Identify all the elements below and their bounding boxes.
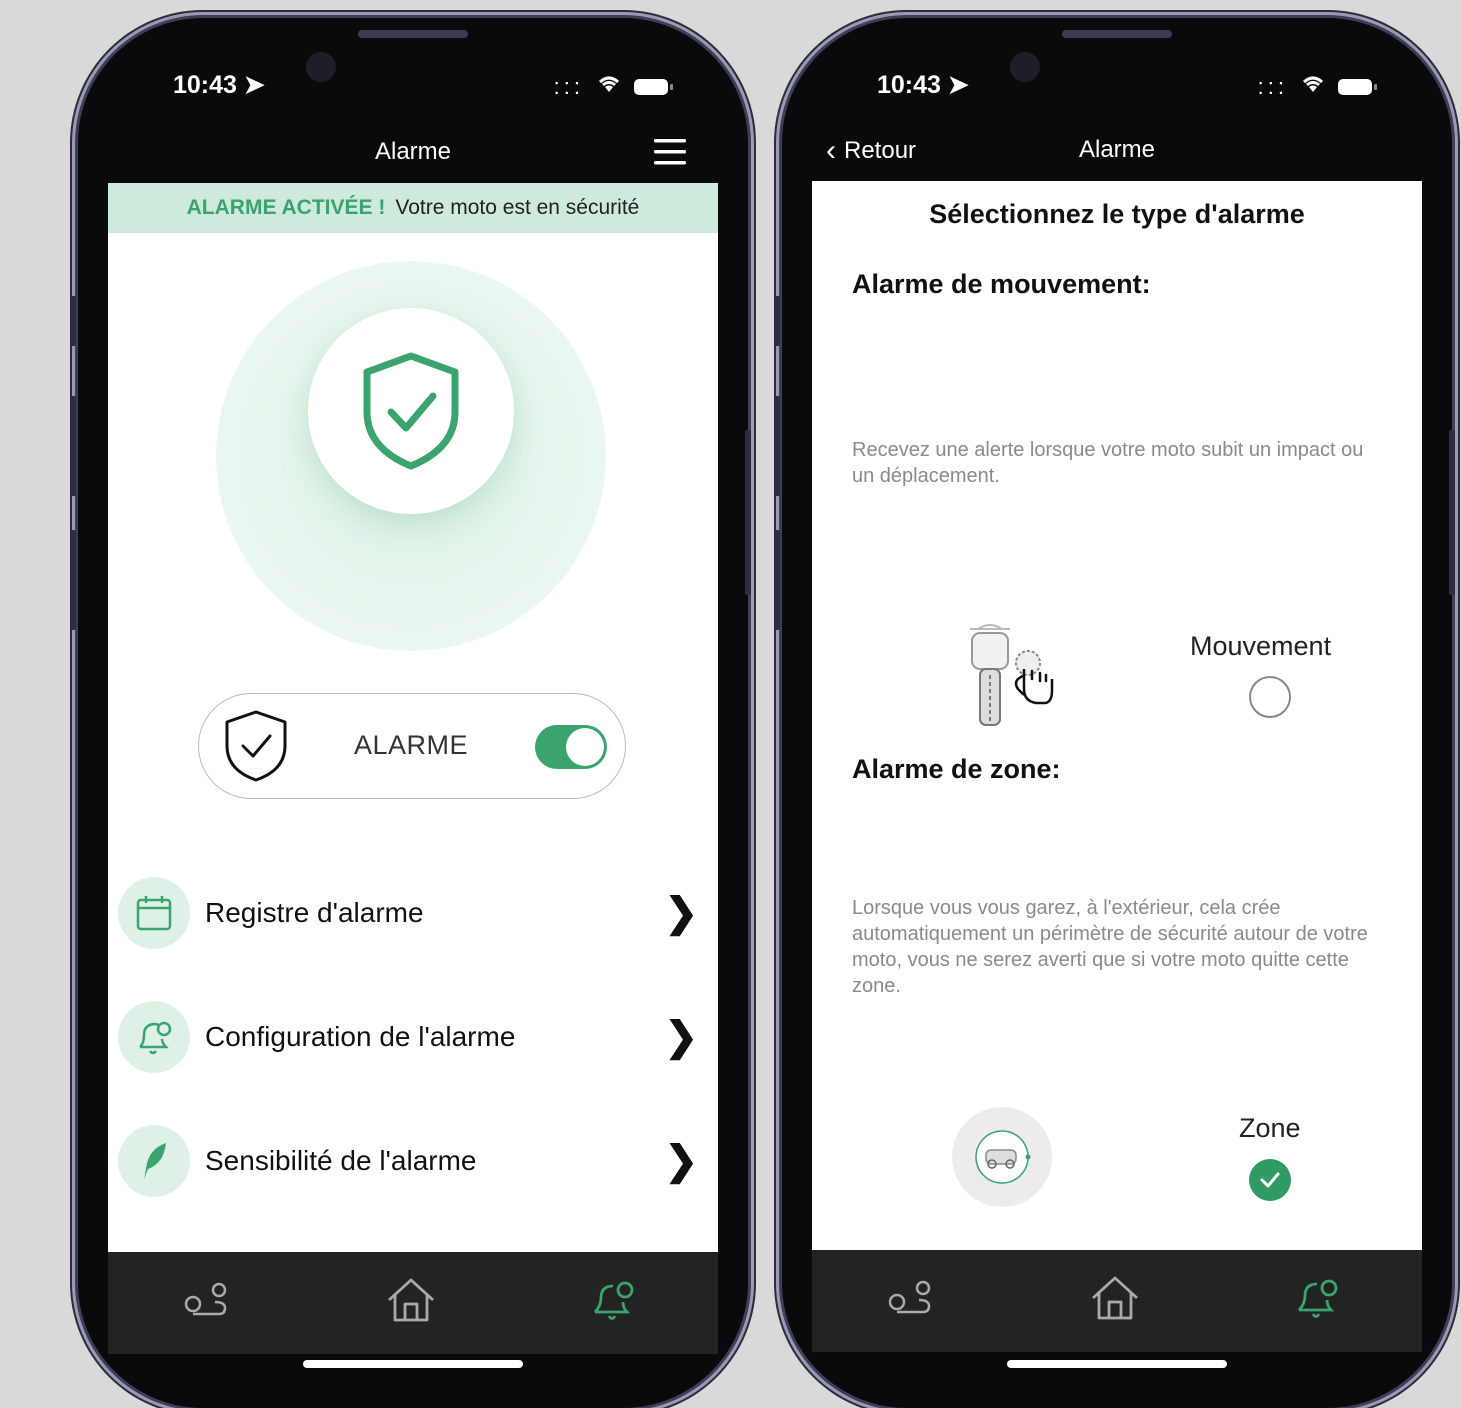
tab-home[interactable] bbox=[1085, 1268, 1145, 1328]
tab-alarm[interactable] bbox=[1287, 1268, 1347, 1328]
shield-check-icon bbox=[363, 352, 459, 470]
front-camera bbox=[306, 52, 336, 82]
home-icon bbox=[1092, 1276, 1138, 1320]
chevron-right-icon: ❯ bbox=[664, 1015, 698, 1059]
location-arrow-icon: ➤ bbox=[947, 71, 969, 99]
volume-up-button bbox=[774, 396, 780, 496]
tab-bar bbox=[812, 1250, 1422, 1352]
zone-radio[interactable] bbox=[1249, 1159, 1291, 1201]
bell-gear-icon bbox=[1297, 1279, 1338, 1318]
movement-alarm-description: Recevez une alerte lorsque votre moto su… bbox=[852, 439, 1364, 487]
signal-icon: ::: bbox=[1257, 74, 1288, 99]
check-icon bbox=[1260, 1172, 1280, 1188]
bell-gear-icon bbox=[118, 1001, 190, 1073]
zone-alarm-description: Lorsque vous vous garez, à l'extérieur, … bbox=[852, 897, 1368, 997]
tab-routes[interactable] bbox=[880, 1268, 940, 1328]
route-icon bbox=[184, 1282, 227, 1316]
motorcycle-touch-icon bbox=[970, 624, 1054, 726]
tab-routes[interactable] bbox=[176, 1270, 236, 1330]
volume-down-button bbox=[774, 530, 780, 630]
tab-bar bbox=[108, 1252, 718, 1354]
alarm-type-screen: Sélectionnez le type d'alarme Alarme de … bbox=[812, 181, 1422, 1273]
signal-icon: ::: bbox=[553, 74, 584, 99]
status-time: 10:43 ➤ bbox=[173, 71, 265, 99]
phone-speaker bbox=[358, 30, 468, 38]
movement-alarm-title: Alarme de mouvement: bbox=[852, 269, 1151, 299]
volume-up-button bbox=[70, 396, 76, 496]
menu-item-alarm-config[interactable]: Configuration de l'alarme ❯ bbox=[118, 999, 698, 1075]
wifi-icon bbox=[1300, 74, 1326, 100]
home-icon bbox=[388, 1278, 434, 1322]
mute-switch bbox=[70, 296, 76, 346]
section-heading: Sélectionnez le type d'alarme bbox=[929, 199, 1305, 229]
menu-item-alarm-log[interactable]: Registre d'alarme ❯ bbox=[118, 875, 698, 951]
power-button bbox=[745, 430, 751, 595]
zone-option-label: Zone bbox=[1239, 1113, 1301, 1143]
bell-gear-icon bbox=[593, 1281, 634, 1320]
alarm-toggle-switch[interactable] bbox=[535, 725, 607, 769]
mute-switch bbox=[774, 296, 780, 346]
phone-left: 10:43 ➤ ::: Alarme ALARME ACTIVÉE ! Votr… bbox=[78, 18, 748, 1408]
menu-item-label: Sensibilité de l'alarme bbox=[205, 1145, 477, 1176]
battery-icon bbox=[1338, 79, 1377, 95]
volume-down-button bbox=[70, 530, 76, 630]
calendar-icon bbox=[118, 877, 190, 949]
shield-badge bbox=[308, 308, 514, 514]
zone-alarm-title: Alarme de zone: bbox=[852, 754, 1061, 784]
alarm-toggle-label: ALARME bbox=[354, 730, 469, 760]
route-icon bbox=[888, 1280, 931, 1314]
status-icons: ::: bbox=[1257, 74, 1377, 100]
location-arrow-icon: ➤ bbox=[243, 71, 265, 99]
status-icons: ::: bbox=[553, 74, 673, 100]
alarm-status-message: Votre moto est en sécurité bbox=[395, 196, 640, 219]
page-title: Alarme bbox=[1078, 136, 1156, 163]
chevron-right-icon: ❯ bbox=[664, 1139, 698, 1183]
menu-item-alarm-sensitivity[interactable]: Sensibilité de l'alarme ❯ bbox=[118, 1123, 698, 1199]
alarm-toggle-card: ALARME bbox=[198, 693, 626, 799]
power-button bbox=[1449, 430, 1455, 595]
phone-speaker bbox=[1062, 30, 1172, 38]
wifi-icon bbox=[596, 74, 622, 100]
tab-home[interactable] bbox=[381, 1270, 441, 1330]
battery-icon bbox=[634, 79, 673, 95]
movement-option-label: Mouvement bbox=[1190, 631, 1332, 661]
alarm-status-strong: ALARME ACTIVÉE ! bbox=[186, 196, 386, 219]
menu-item-label: Configuration de l'alarme bbox=[205, 1021, 516, 1052]
shield-outline-icon bbox=[225, 710, 287, 782]
home-indicator[interactable] bbox=[303, 1360, 523, 1368]
menu-item-label: Registre d'alarme bbox=[205, 897, 424, 928]
hamburger-menu-icon[interactable] bbox=[654, 138, 686, 166]
home-indicator[interactable] bbox=[1007, 1360, 1227, 1368]
page-title: Alarme bbox=[374, 138, 452, 165]
status-time: 10:43 ➤ bbox=[877, 71, 969, 99]
alarm-status-banner: ALARME ACTIVÉE ! Votre moto est en sécur… bbox=[108, 183, 718, 233]
feather-icon bbox=[118, 1125, 190, 1197]
zone-icon bbox=[952, 1107, 1052, 1207]
alarm-screen: ALARME ACTIVÉE ! Votre moto est en sécur… bbox=[108, 183, 718, 1273]
phone-right: 10:43 ➤ ::: ‹ Retour Alarme Sélectionnez… bbox=[782, 18, 1452, 1408]
tab-alarm[interactable] bbox=[583, 1270, 643, 1330]
movement-radio[interactable] bbox=[1249, 676, 1291, 718]
front-camera bbox=[1010, 52, 1040, 82]
chevron-right-icon: ❯ bbox=[664, 891, 698, 935]
